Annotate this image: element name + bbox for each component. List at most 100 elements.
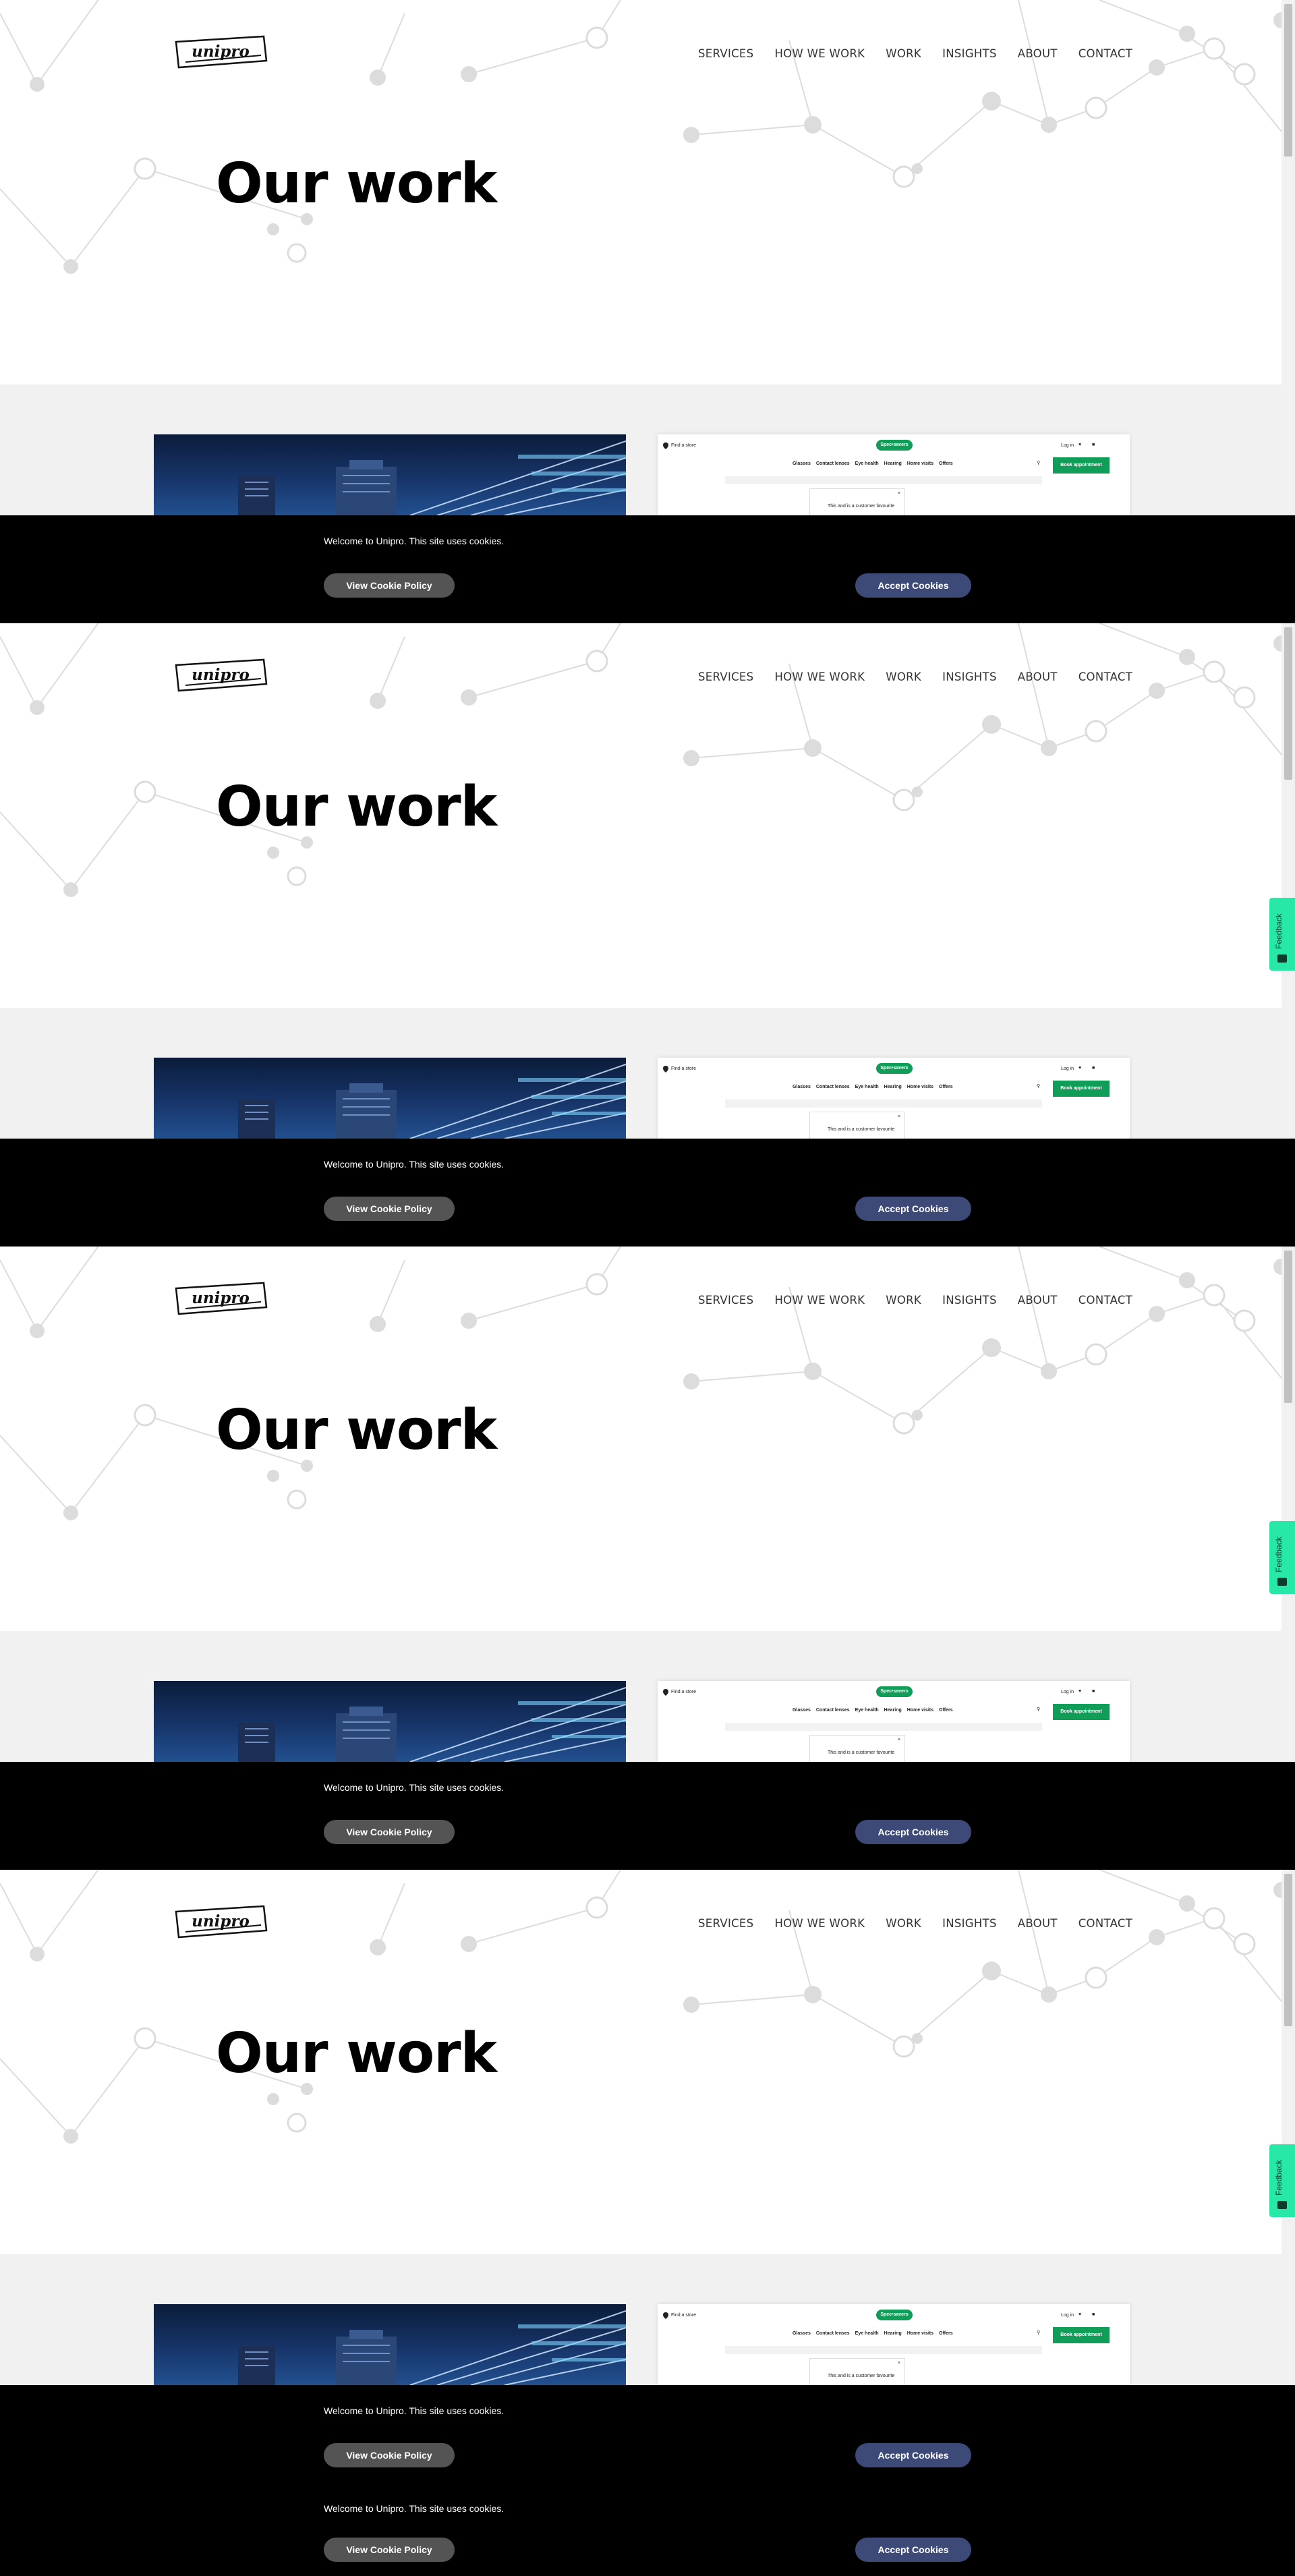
- nav-insights[interactable]: INSIGHTS: [942, 47, 997, 63]
- nav-contact[interactable]: CONTACT: [1078, 670, 1132, 687]
- cookie-banner: Welcome to Unipro. This site uses cookie…: [0, 1139, 1295, 1247]
- accept-cookies-button[interactable]: Accept Cookies: [855, 1197, 971, 1221]
- accept-cookies-button[interactable]: Accept Cookies: [855, 2538, 971, 2562]
- search-icon: ⚲: [1037, 1084, 1041, 1089]
- chat-icon: [1277, 2201, 1287, 2209]
- view-cookie-policy-button[interactable]: View Cookie Policy: [324, 573, 455, 598]
- accept-cookies-button[interactable]: Accept Cookies: [855, 1820, 971, 1844]
- view-cookie-policy-button[interactable]: View Cookie Policy: [324, 1820, 455, 1844]
- preview-menu-item: Glasses: [793, 1708, 811, 1713]
- nav-services[interactable]: SERVICES: [698, 670, 753, 687]
- scrollbar-thumb[interactable]: [1284, 4, 1292, 156]
- unipro-logo[interactable]: unipro: [172, 1904, 269, 1941]
- feedback-label: Feedback: [1274, 2160, 1284, 2196]
- preview-brand-badge: Spec•savers: [876, 1686, 913, 1697]
- page-scrollbar[interactable]: [1282, 1247, 1295, 1762]
- scrollbar-thumb[interactable]: [1284, 1874, 1292, 2026]
- preview-store-link: Find a store: [671, 1066, 696, 1071]
- preview-menu-item: Home visits: [906, 2331, 934, 2336]
- preview-menu-item: Offers: [939, 1085, 953, 1089]
- case-study-card-tech[interactable]: [154, 2304, 626, 2385]
- preview-dropdown: × This and is a customer favourite: [809, 1112, 905, 1139]
- logo-text: unipro: [192, 1289, 250, 1307]
- cookie-message: Welcome to Unipro. This site uses cookie…: [324, 1159, 505, 1170]
- logo-mark: unipro: [175, 658, 268, 692]
- nav-how-we-work[interactable]: HOW WE WORK: [774, 1294, 865, 1310]
- cookie-message: Welcome to Unipro. This site uses cookie…: [324, 2405, 505, 2416]
- view-cookie-policy-button[interactable]: View Cookie Policy: [324, 1197, 455, 1221]
- nav-work[interactable]: WORK: [886, 1917, 921, 1933]
- location-pin-icon: [663, 2312, 668, 2319]
- preview-book-button: Book appointment: [1053, 457, 1110, 474]
- nav-how-we-work[interactable]: HOW WE WORK: [774, 47, 865, 63]
- nav-services[interactable]: SERVICES: [698, 47, 753, 63]
- case-study-card-specsavers[interactable]: Find a store Spec•savers Log in ♥ ■ Glas…: [658, 1681, 1130, 1762]
- nav-contact[interactable]: CONTACT: [1078, 1917, 1132, 1933]
- nav-how-we-work[interactable]: HOW WE WORK: [774, 670, 865, 687]
- page-scrollbar[interactable]: [1282, 623, 1295, 1139]
- hero-section: unipro SERVICES HOW WE WORK WORK INSIGHT…: [0, 1247, 1282, 1631]
- main-nav: SERVICES HOW WE WORK WORK INSIGHTS ABOUT…: [698, 47, 1132, 63]
- case-study-card-tech[interactable]: [154, 1058, 626, 1139]
- nav-contact[interactable]: CONTACT: [1078, 1294, 1132, 1310]
- preview-menu-item: Home visits: [906, 1708, 934, 1713]
- preview-brand-badge: Spec•savers: [876, 440, 913, 451]
- case-study-card-specsavers[interactable]: Find a store Spec•savers Log in ♥ ■ Glas…: [658, 2304, 1130, 2385]
- preview-menu-item: Eye health: [855, 1085, 879, 1089]
- nav-services[interactable]: SERVICES: [698, 1917, 753, 1933]
- preview-store-link: Find a store: [671, 2313, 696, 2318]
- unipro-logo[interactable]: unipro: [172, 34, 269, 71]
- feedback-tab[interactable]: Feedback: [1269, 898, 1295, 971]
- nav-services[interactable]: SERVICES: [698, 1294, 753, 1310]
- nav-work[interactable]: WORK: [886, 1294, 921, 1310]
- nav-how-we-work[interactable]: HOW WE WORK: [774, 1917, 865, 1933]
- unipro-logo[interactable]: unipro: [172, 1280, 269, 1318]
- hero-section: unipro SERVICES HOW WE WORK WORK INSIGHT…: [0, 1870, 1282, 2254]
- scrollbar-thumb[interactable]: [1284, 627, 1292, 780]
- nav-insights[interactable]: INSIGHTS: [942, 1294, 997, 1310]
- preview-notice: This and is a customer favourite: [828, 2374, 895, 2378]
- feedback-tab[interactable]: Feedback: [1269, 1521, 1295, 1594]
- page-title: Our work: [216, 152, 497, 216]
- view-cookie-policy-button[interactable]: View Cookie Policy: [324, 2538, 455, 2562]
- preview-menu-item: Hearing: [884, 1708, 902, 1713]
- preview-menu: Glasses Contact lenses Eye health Hearin…: [793, 1085, 953, 1089]
- feedback-tab[interactable]: Feedback: [1269, 2144, 1295, 2217]
- preview-menu-item: Glasses: [793, 2331, 811, 2336]
- page-scrollbar[interactable]: [1282, 0, 1295, 515]
- case-study-card-specsavers[interactable]: Find a store Spec•savers Log in ♥ ■ Glas…: [658, 1058, 1130, 1139]
- nav-about[interactable]: ABOUT: [1018, 47, 1058, 63]
- view-cookie-policy-button[interactable]: View Cookie Policy: [324, 2443, 455, 2467]
- preview-dropdown: × This and is a customer favourite: [809, 2358, 905, 2385]
- page-title: Our work: [216, 2022, 497, 2086]
- nav-work[interactable]: WORK: [886, 47, 921, 63]
- preview-menu-item: Contact lenses: [815, 1708, 850, 1713]
- heart-icon: ♥: [1078, 2312, 1082, 2317]
- preview-store-link: Find a store: [671, 443, 696, 448]
- main-nav: SERVICES HOW WE WORK WORK INSIGHTS ABOUT…: [698, 670, 1132, 687]
- nav-contact[interactable]: CONTACT: [1078, 47, 1132, 63]
- nav-insights[interactable]: INSIGHTS: [942, 670, 997, 687]
- preview-menu-item: Hearing: [884, 461, 902, 466]
- cookie-banner: Welcome to Unipro. This site uses cookie…: [0, 515, 1295, 623]
- preview-notice: This and is a customer favourite: [828, 1750, 895, 1755]
- nav-about[interactable]: ABOUT: [1018, 670, 1058, 687]
- preview-menu-item: Offers: [939, 1708, 953, 1713]
- nav-insights[interactable]: INSIGHTS: [942, 1917, 997, 1933]
- logo-mark: unipro: [175, 1282, 268, 1315]
- accept-cookies-button[interactable]: Accept Cookies: [855, 573, 971, 598]
- page-scrollbar[interactable]: [1282, 1870, 1295, 2385]
- nav-work[interactable]: WORK: [886, 670, 921, 687]
- case-study-card-specsavers[interactable]: Find a store Spec•savers Log in ♥ ■ Glas…: [658, 434, 1130, 515]
- preview-dropdown: × This and is a customer favourite: [809, 1735, 905, 1762]
- heart-icon: ♥: [1078, 1689, 1082, 1694]
- nav-about[interactable]: ABOUT: [1018, 1294, 1058, 1310]
- unipro-logo[interactable]: unipro: [172, 657, 269, 695]
- preview-book-button: Book appointment: [1053, 1704, 1110, 1720]
- close-icon: ×: [897, 491, 900, 496]
- case-study-card-tech[interactable]: [154, 1681, 626, 1762]
- case-study-card-tech[interactable]: [154, 434, 626, 515]
- nav-about[interactable]: ABOUT: [1018, 1917, 1058, 1933]
- scrollbar-thumb[interactable]: [1284, 1251, 1292, 1403]
- accept-cookies-button[interactable]: Accept Cookies: [855, 2443, 971, 2467]
